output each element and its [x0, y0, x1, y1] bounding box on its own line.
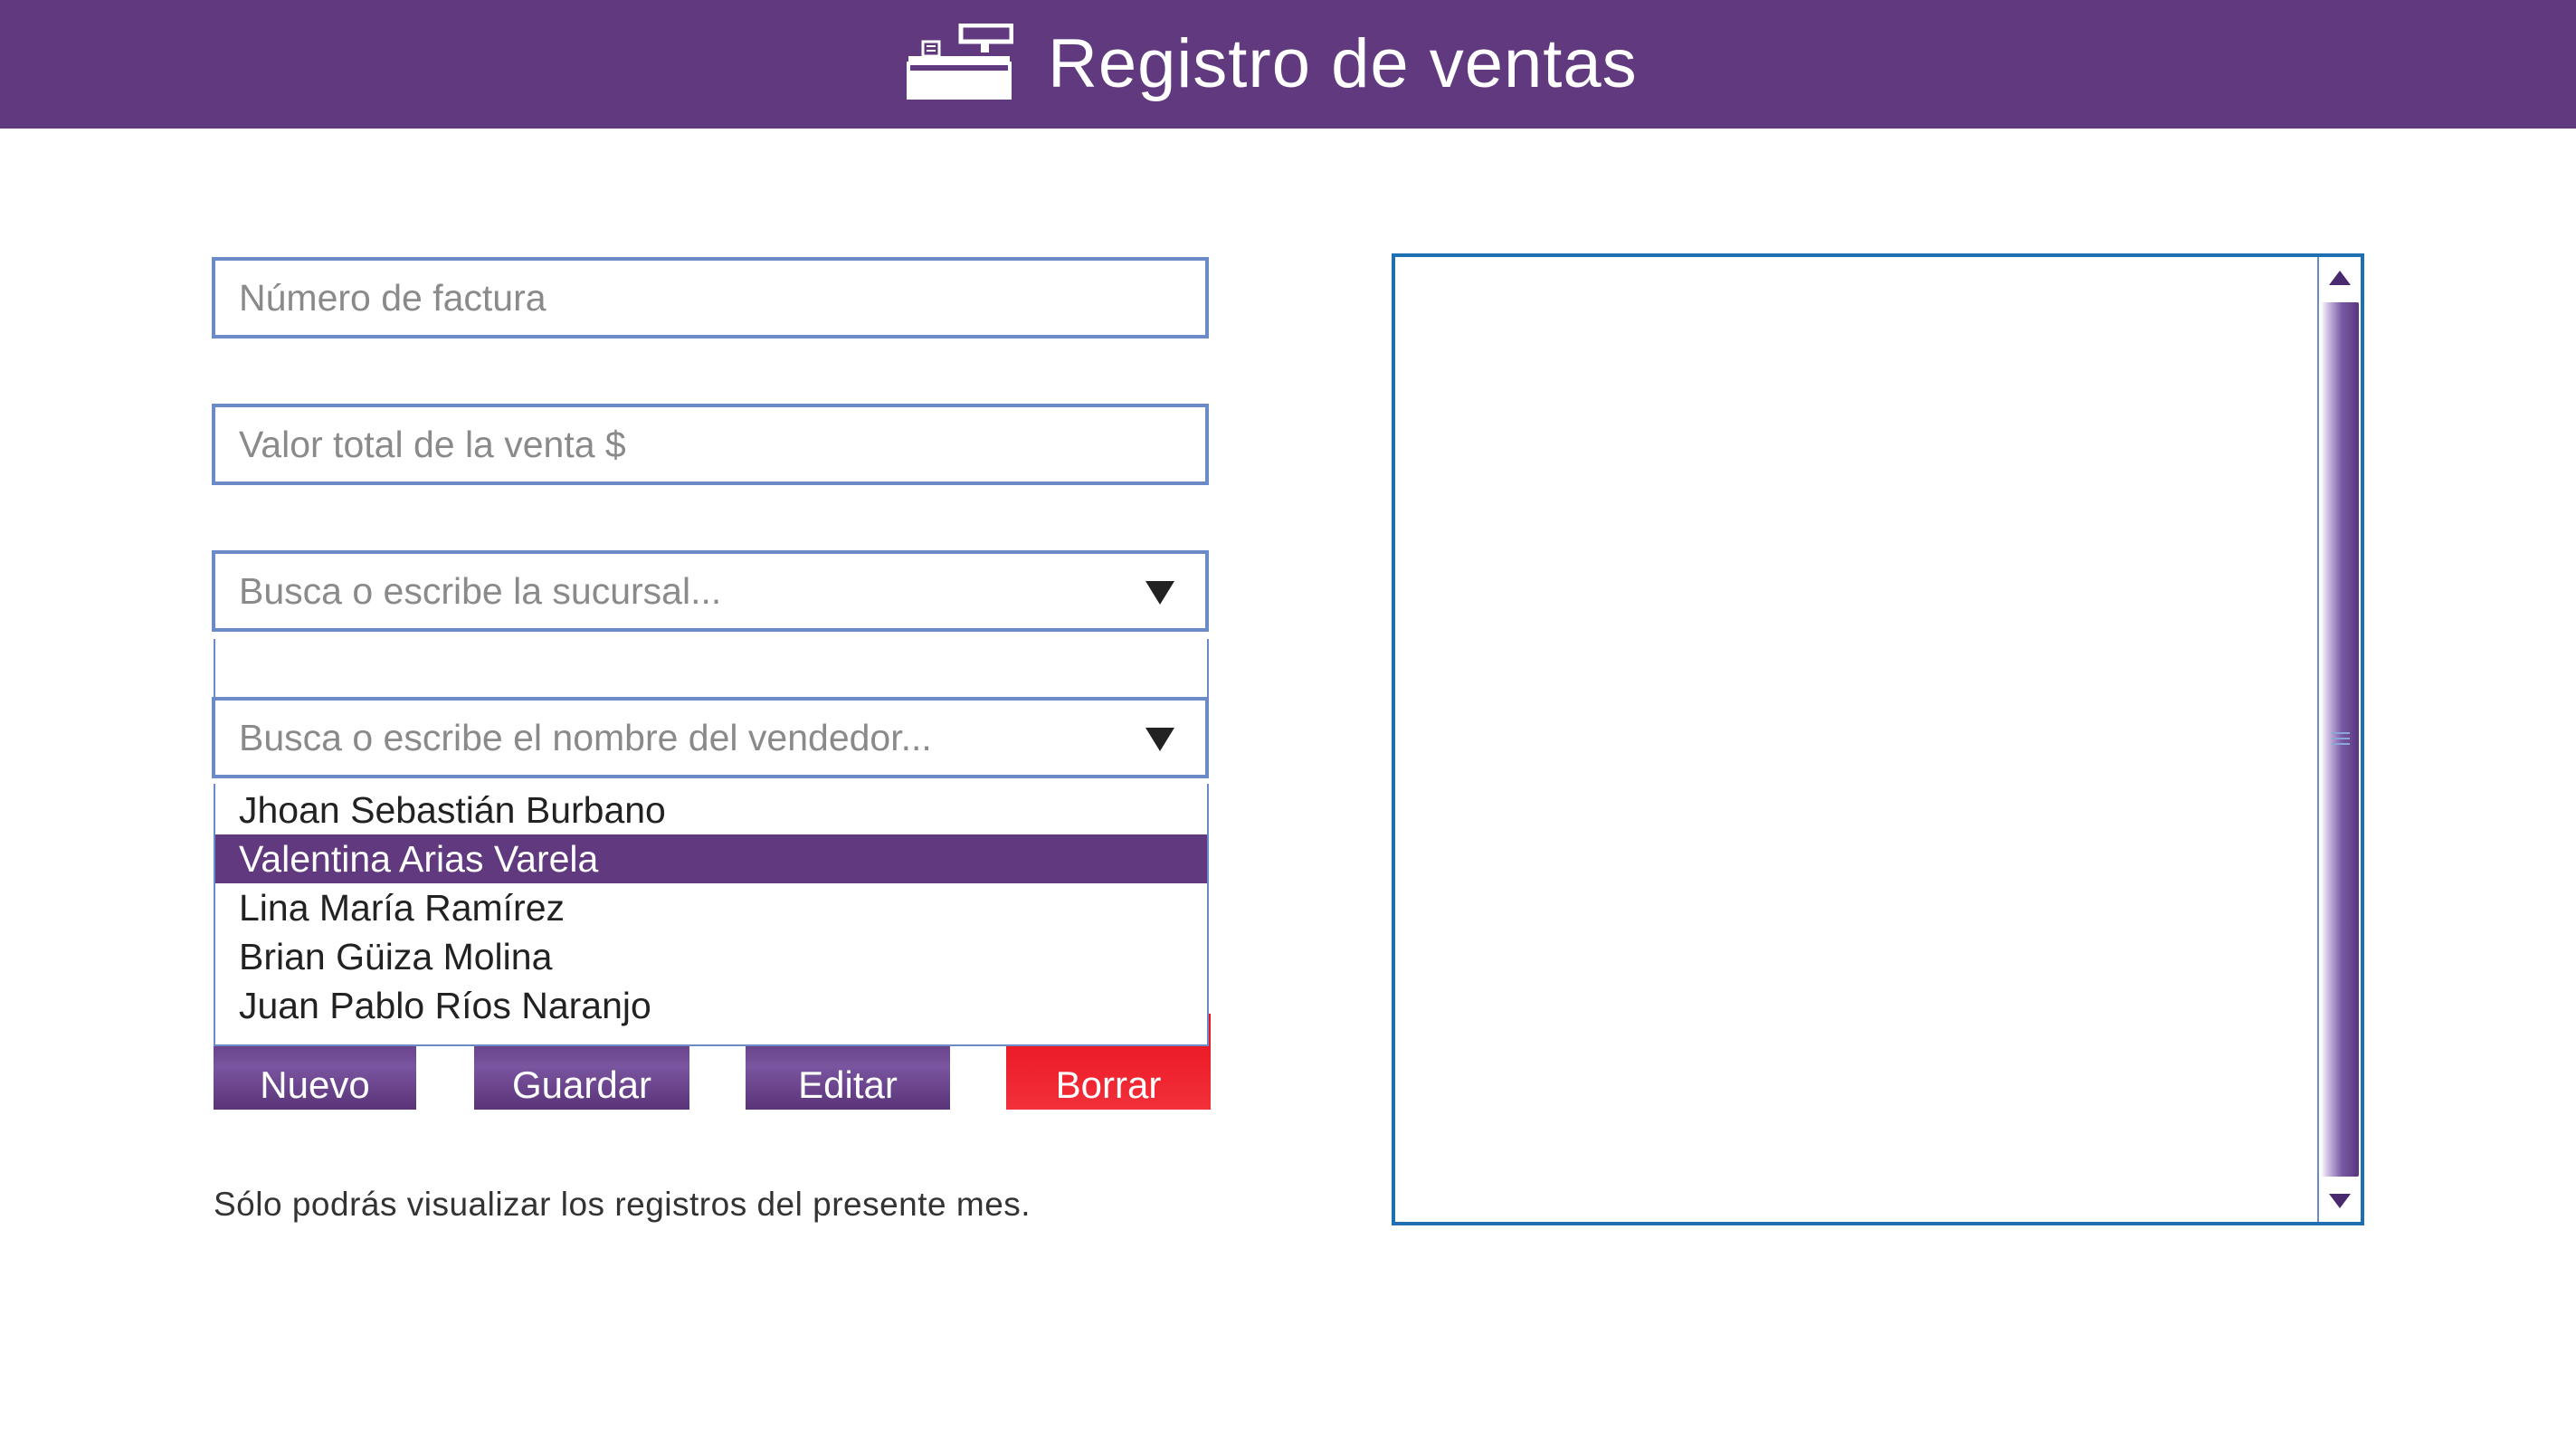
branch-combobox[interactable]	[212, 550, 1209, 632]
app-header: Registro de ventas	[0, 0, 2576, 129]
sale-total-field[interactable]	[212, 404, 1209, 485]
records-list-panel[interactable]	[1392, 253, 2364, 1225]
seller-input[interactable]	[215, 701, 1205, 775]
chevron-down-icon[interactable]	[1145, 728, 1174, 751]
dropdown-option[interactable]: Jhoan Sebastián Burbano	[215, 786, 1207, 834]
arrow-down-icon	[2329, 1194, 2351, 1208]
arrow-up-icon	[2329, 271, 2351, 285]
seller-combobox[interactable]	[212, 697, 1209, 778]
scroll-thumb[interactable]	[2321, 302, 2359, 1177]
dropdown-option[interactable]: Brian Güiza Molina	[215, 932, 1207, 981]
cash-register-icon	[907, 24, 1013, 100]
scroll-down-button[interactable]	[2319, 1180, 2361, 1222]
dropdown-option-highlighted[interactable]: Valentina Arias Varela	[215, 834, 1207, 883]
scroll-up-button[interactable]	[2319, 257, 2361, 299]
records-notice: Sólo podrás visualizar los registros del…	[214, 1186, 1031, 1223]
seller-dropdown-list: Jhoan Sebastián Burbano Valentina Arias …	[214, 784, 1209, 1046]
invoice-number-field[interactable]	[212, 257, 1209, 338]
vertical-scrollbar[interactable]	[2317, 257, 2361, 1222]
grip-icon	[2332, 732, 2350, 747]
dropdown-option[interactable]: Lina María Ramírez	[215, 883, 1207, 932]
sale-total-input[interactable]	[215, 407, 1205, 481]
form-spacer	[214, 639, 1209, 697]
page-title: Registro de ventas	[1048, 24, 1638, 102]
header-content: Registro de ventas	[905, 18, 1638, 109]
chevron-down-icon[interactable]	[1145, 581, 1174, 605]
invoice-number-input[interactable]	[215, 261, 1205, 335]
branch-input[interactable]	[215, 554, 1205, 628]
dropdown-option[interactable]: Juan Pablo Ríos Naranjo	[215, 981, 1207, 1030]
